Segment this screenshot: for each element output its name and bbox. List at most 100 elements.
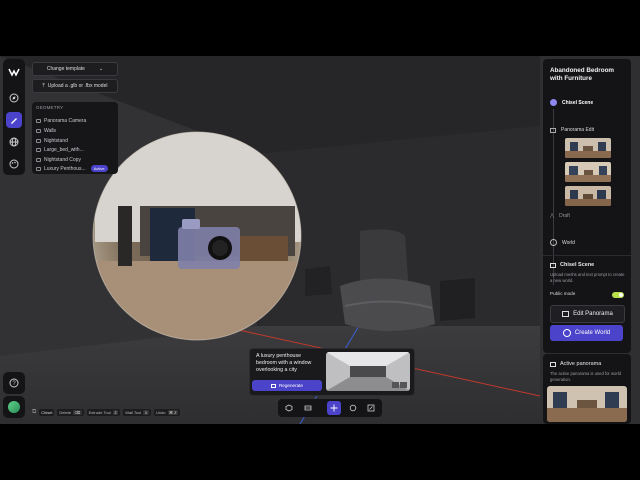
image-icon [562,311,570,317]
geometry-item-label: Nightstand Copy [44,156,81,163]
globe-icon [550,239,557,246]
scale-icon[interactable] [364,401,378,415]
geometry-item-label: Large_bed_with... [44,146,84,153]
change-template-button[interactable]: Change template ⌄ [32,62,118,76]
active-panorama-label: Active panorama [560,361,602,367]
image-icon [270,383,276,388]
project-title: Abandoned Bedroom with Furniture [550,67,615,82]
chevron-down-icon: ⌄ [98,66,104,72]
edit-panorama-button[interactable]: Edit Panorama [550,305,625,323]
shortcut-key: X [143,410,149,415]
step-label: World [562,239,575,246]
upload-icon: ⤒ [42,83,45,89]
shortcut-label: Chisel [41,410,53,415]
public-mode-toggle[interactable] [612,292,624,298]
create-world-label: Create World [574,330,611,336]
active-panorama-description: The active panorama is used for world ge… [550,371,621,382]
image-icon [36,166,41,171]
generated-panorama-preview[interactable] [326,352,410,391]
rotate-icon[interactable] [346,401,360,415]
shortcut-delete: Delete ⌫ [57,409,84,416]
shortcut-label: Wall Tool [125,410,142,415]
divider [543,255,631,256]
wall-icon[interactable] [301,401,315,415]
tool-toolbar [278,399,382,417]
image-icon [550,361,556,367]
cube-icon[interactable] [282,401,296,415]
prompt-card: A luxury penthouse bedroom with a window… [249,348,415,396]
active-panorama-title: Active panorama [550,361,601,367]
chisel-description: Upload meshs and text prompt to create a… [550,272,625,283]
template-panel: Change template ⌄ ⤒ Upload a .glb or .fb… [32,62,118,96]
chisel-section-title: Chisel Scene [550,262,594,268]
public-mode-label: Public mode [550,291,576,296]
step-chisel[interactable]: Chisel Scene [550,99,593,106]
panorama-thumbnail[interactable] [565,186,611,206]
geometry-item[interactable]: Panorama Camera [36,116,86,125]
geometry-item-label: Walls [44,127,57,134]
shortcut-label: Undo [155,410,166,415]
shortcut-bar: ⧉ Chisel Delete ⌫ Extrude Tool Z Wall Tool… [32,409,181,416]
brush-icon[interactable] [6,112,22,128]
geometry-item[interactable]: Walls [36,126,56,135]
geometry-item-active[interactable]: Luxury Penthous... Active [36,164,108,173]
image-icon [550,127,556,133]
user-avatar[interactable] [3,396,25,418]
prompt-text[interactable]: A luxury penthouse bedroom with a window… [256,353,322,374]
palette-icon[interactable] [6,156,22,172]
edit-panorama-label: Edit Panorama [573,311,613,317]
layers-icon: ⧉ [32,409,37,415]
cube-icon [36,138,41,143]
move-icon[interactable] [327,401,341,415]
active-panorama-image[interactable] [547,386,627,422]
chisel-section-label: Chisel Scene [560,262,595,268]
regenerate-label: Regenerate [278,383,303,388]
shortcut-undo: Undo ⌘ Z [153,409,181,416]
step-panorama-edit[interactable]: Panorama Edit [550,127,594,133]
shortcut-key: Z [112,410,119,415]
draft-icon: ⋀ [550,213,555,219]
globe-icon[interactable] [6,134,22,150]
panorama-thumbnail[interactable] [565,162,611,182]
camera-icon [36,118,41,123]
upload-model-button[interactable]: ⤒ Upload a .glb or .fbx model [32,79,118,93]
cube-icon [36,128,41,133]
upload-model-label: Upload a .glb or .fbx model [47,83,108,89]
step-label: Chisel Scene [562,99,594,106]
create-world-button[interactable]: Create World [550,325,623,341]
step-draft[interactable]: ⋀ Draft [550,213,570,219]
shortcut-label: Delete [59,410,71,415]
shortcut-label: Extrude Tool [88,410,111,415]
help-icon[interactable]: ? [3,372,25,394]
shortcut-chisel: Chisel [39,409,55,416]
logo-icon[interactable] [6,64,22,80]
step-dot-icon [550,99,557,106]
geometry-item-label: Nightstand [44,137,68,144]
geometry-item[interactable]: Nightstand [36,136,68,145]
step-label: Draft [559,213,570,219]
globe-icon [562,329,571,337]
geometry-item[interactable]: Nightstand Copy [36,155,81,164]
active-badge: Active [90,165,108,172]
geometry-panel: GEOMETRY Panorama Camera Walls Nightstan… [32,102,118,174]
geometry-item-label: Luxury Penthous... [44,165,86,172]
right-panel: Abandoned Bedroom with Furniture Chisel … [543,59,631,353]
shortcut-key: ⌘ Z [167,410,179,415]
step-timeline [553,109,554,285]
shortcut-extrude: Extrude Tool Z [86,409,121,416]
compass-icon[interactable] [6,90,22,106]
cube-icon [36,147,41,152]
geometry-title: GEOMETRY [36,105,64,110]
regenerate-button[interactable]: Regenerate [252,380,322,391]
step-world[interactable]: World [550,239,575,246]
active-panorama-panel: Active panorama The active panorama is u… [543,354,631,424]
image-icon [550,262,556,268]
app-frame: ? Change template ⌄ ⤒ Upload a .glb or .… [0,56,640,424]
geometry-item[interactable]: Large_bed_with... [36,145,84,154]
change-template-label: Change template [46,66,85,72]
panorama-thumbnail[interactable] [565,138,611,158]
cube-icon [36,157,41,162]
shortcut-wall: Wall Tool X [123,409,151,416]
shortcut-key: ⌫ [72,410,82,415]
public-mode-row: Public mode [550,291,575,296]
